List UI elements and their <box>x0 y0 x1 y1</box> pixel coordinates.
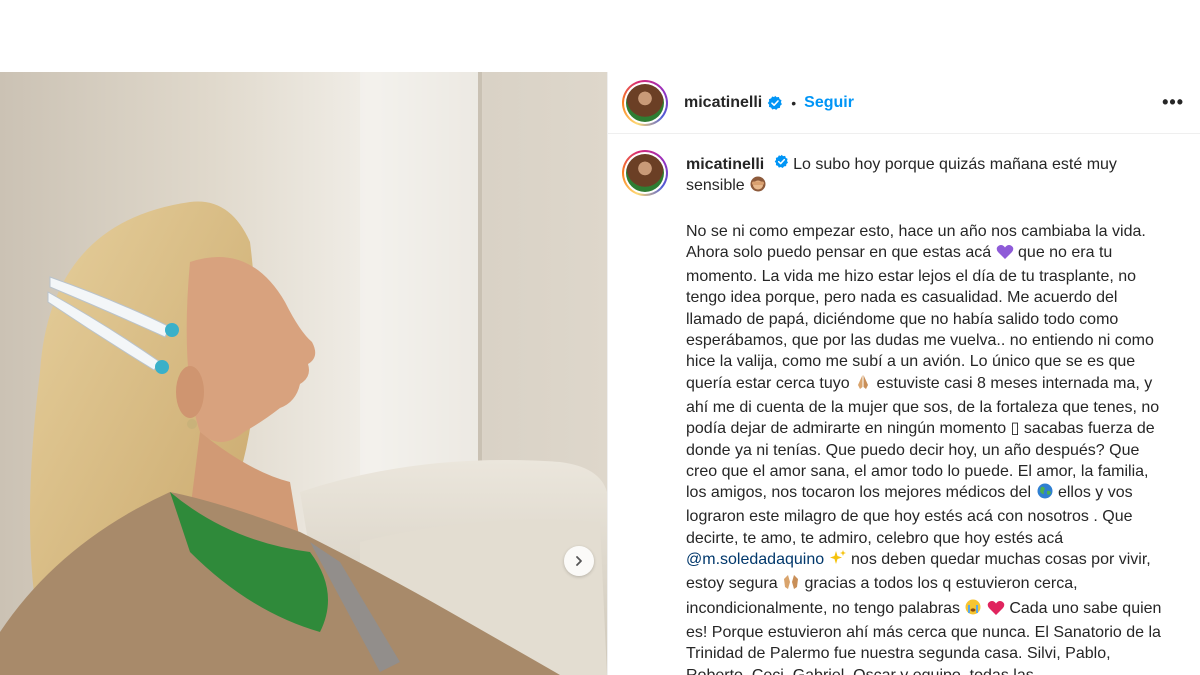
see-no-evil-monkey-icon <box>749 175 767 199</box>
globe-icon <box>1036 482 1054 506</box>
follow-button[interactable]: Seguir <box>804 94 854 112</box>
author-avatar[interactable] <box>622 79 668 126</box>
raising-hands-icon <box>782 573 800 597</box>
mention-link[interactable]: @m.soledadaquino <box>686 551 824 568</box>
caption-block: micatinelli Lo subo hoy porque quizás ma… <box>608 134 1200 675</box>
next-photo-button[interactable] <box>564 546 594 576</box>
red-heart-icon <box>987 600 1005 622</box>
verified-badge-icon <box>774 154 789 169</box>
unrendered-glyph: ▯ <box>1010 420 1020 438</box>
caption-avatar[interactable] <box>622 150 668 196</box>
sparkles-icon <box>829 549 847 573</box>
verified-badge-icon <box>767 95 783 111</box>
chevron-right-icon <box>573 555 585 567</box>
crying-face-icon <box>964 598 982 622</box>
caption-text-2: que no era tu momento. La vida me hizo e… <box>686 243 1154 392</box>
caption-text: micatinelli Lo subo hoy porque quizás ma… <box>686 154 1166 675</box>
purple-heart-icon <box>996 244 1014 266</box>
post-header: micatinelli • Seguir ••• <box>608 72 1200 134</box>
post-photo <box>0 72 607 675</box>
folded-hands-icon <box>854 373 872 397</box>
more-options-button[interactable]: ••• <box>1162 92 1184 113</box>
separator-dot: • <box>791 94 797 111</box>
author-username[interactable]: micatinelli <box>684 94 762 112</box>
post-image <box>0 72 607 675</box>
caption-username[interactable]: micatinelli <box>686 156 764 173</box>
post-side-panel: micatinelli • Seguir ••• micatinelli Lo … <box>607 72 1200 675</box>
